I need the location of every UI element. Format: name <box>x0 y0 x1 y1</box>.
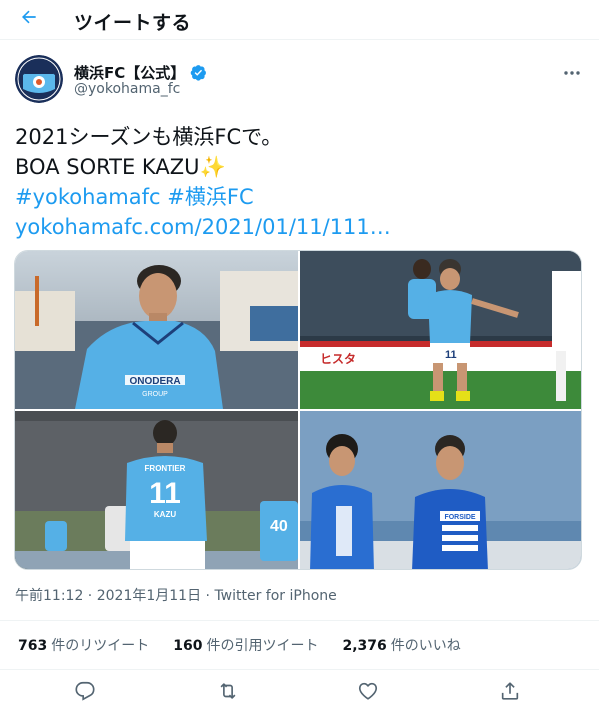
meta-separator: · <box>83 588 97 604</box>
arrow-left-icon <box>19 7 39 31</box>
meta-separator: · <box>201 588 215 604</box>
retweets-count: 763 <box>18 638 48 654</box>
quotes-count: 160 <box>173 638 203 654</box>
photo-3[interactable]: 40 FRONTIER 11 KAZU <box>15 411 298 569</box>
photo-2-number: 11 <box>445 349 457 361</box>
tweet-url-line: yokohamafc.com/2021/01/11/111… <box>15 212 391 242</box>
tweet-line-2-text: BOA SORTE KAZU <box>15 155 200 179</box>
author-name[interactable]: 横浜FC【公式】 <box>74 62 207 83</box>
photo-1-sponsor-sub: GROUP <box>142 391 168 398</box>
photo-3-number-bg: 40 <box>270 518 288 535</box>
tweet-date[interactable]: 2021年1月11日 <box>97 588 201 604</box>
likes-stat[interactable]: 2,376 件のいいね <box>342 635 460 655</box>
tweet-stats: 763 件のリツイート 160 件の引用ツイート 2,376 件のいいね <box>0 620 599 670</box>
likes-count: 2,376 <box>342 638 387 654</box>
quotes-label: 件の引用ツイート <box>206 638 319 654</box>
media-grid: ONODERA GROUP ヒスタ 11 40 FRONTIER 11 KAZU… <box>14 250 582 570</box>
header-bar: ツイートする <box>0 0 599 40</box>
photo-3-sponsor: FRONTIER <box>145 464 186 473</box>
hashtag-yokohama-fc[interactable]: #横浜FC <box>167 185 253 209</box>
heart-icon <box>357 680 379 706</box>
retweet-icon <box>217 680 239 706</box>
hashtag-yokohamafc[interactable]: #yokohamafc <box>15 185 161 209</box>
photo-1-sponsor: ONODERA <box>129 376 180 387</box>
author-handle[interactable]: @yokohama_fc <box>74 81 180 97</box>
tweet-line-1: 2021シーズンも横浜FCで。 <box>15 125 283 149</box>
photo-2[interactable]: ヒスタ 11 <box>300 251 581 409</box>
share-icon <box>499 680 521 706</box>
share-button[interactable] <box>499 682 521 704</box>
photo-3-number: 11 <box>149 477 181 510</box>
tweet-line-2: BOA SORTE KAZU✨ <box>15 152 391 182</box>
verified-badge-icon <box>190 64 207 81</box>
author-name-text: 横浜FC【公式】 <box>74 64 186 82</box>
tweet-actions <box>0 672 599 712</box>
like-button[interactable] <box>357 682 379 704</box>
reply-button[interactable] <box>74 680 96 706</box>
sparkles-emoji-icon: ✨ <box>199 155 226 179</box>
retweets-stat[interactable]: 763 件のリツイート <box>18 635 149 655</box>
quotes-stat[interactable]: 160 件の引用ツイート <box>173 635 318 655</box>
photo-1[interactable]: ONODERA GROUP <box>15 251 298 409</box>
reply-icon <box>74 680 96 706</box>
tweet-hashtags: #yokohamafc #横浜FC <box>15 182 391 212</box>
tweet-text: 2021シーズンも横浜FCで。 BOA SORTE KAZU✨ #yokoham… <box>15 122 391 242</box>
retweets-label: 件のリツイート <box>51 638 150 654</box>
page-title: ツイートする <box>74 12 192 34</box>
more-options-button[interactable] <box>560 62 584 78</box>
photo-4[interactable]: FORSIDE <box>300 411 581 569</box>
more-dots-icon <box>563 61 581 80</box>
retweet-button[interactable] <box>217 682 239 704</box>
photo-3-name: KAZU <box>154 510 176 519</box>
tweet-meta: 午前11:12 · 2021年1月11日 · Twitter for iPhon… <box>15 585 337 605</box>
likes-label: 件のいいね <box>390 638 461 654</box>
photo-2-banner: ヒスタ <box>320 352 356 366</box>
tweet-url-link[interactable]: yokohamafc.com/2021/01/11/111… <box>15 215 391 239</box>
tweet-time[interactable]: 午前11:12 <box>15 588 83 604</box>
avatar[interactable] <box>15 55 63 103</box>
tweet-source[interactable]: Twitter for iPhone <box>214 588 336 604</box>
photo-4-sponsor: FORSIDE <box>444 514 475 521</box>
back-button[interactable] <box>14 4 44 34</box>
